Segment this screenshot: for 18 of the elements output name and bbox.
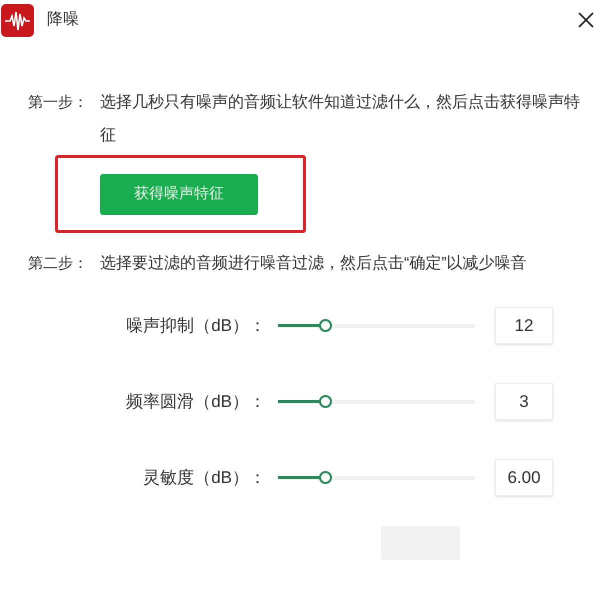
- value-field[interactable]: 3: [495, 383, 553, 420]
- step-label: 第二步：: [28, 254, 89, 274]
- slider-thumb[interactable]: [319, 471, 332, 484]
- window-title: 降噪: [47, 10, 79, 30]
- value-field[interactable]: 6.00: [495, 459, 553, 496]
- value-field[interactable]: 12: [495, 307, 553, 344]
- slider-label: 噪声抑制（dB）：: [125, 314, 266, 337]
- slider-track[interactable]: [278, 471, 475, 484]
- slider-track[interactable]: [278, 395, 475, 408]
- slider-label: 灵敏度（dB）：: [142, 466, 266, 489]
- step-label: 第一步：: [28, 93, 89, 113]
- step-instruction: 选择几秒只有噪声的音频让软件知道过滤什么，然后点击获得噪声特征: [100, 92, 581, 146]
- close-icon[interactable]: [578, 12, 594, 28]
- slider-label: 频率圆滑（dB）：: [125, 390, 266, 413]
- slider-track[interactable]: [278, 319, 475, 332]
- slider-thumb[interactable]: [319, 319, 332, 332]
- slider-thumb[interactable]: [319, 395, 332, 408]
- step-instruction: 选择要过滤的音频进行噪音过滤，然后点击“确定”以减少噪音: [100, 254, 528, 274]
